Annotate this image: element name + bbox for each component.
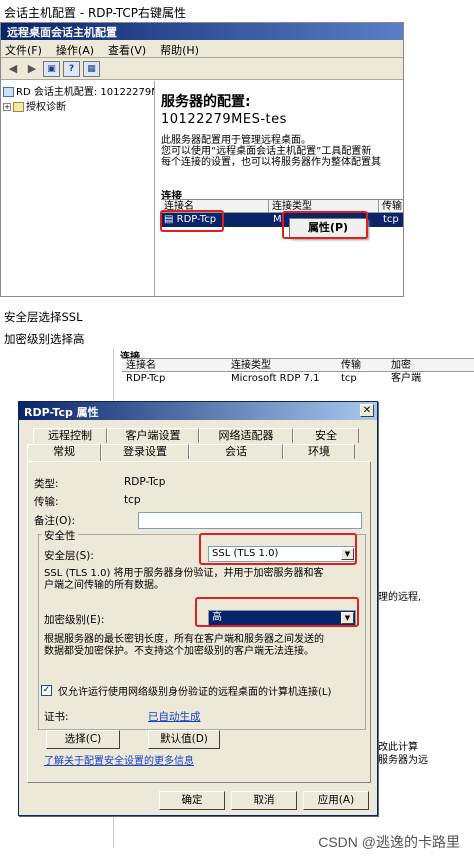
menu-bar: 文件(F) 操作(A) 查看(V) 帮助(H) bbox=[1, 40, 403, 58]
desc-line-2: 您可以使用“远程桌面会话主机配置”工具配置新 bbox=[161, 146, 372, 157]
security-desc-line-2: 户端之间传输的所有数据。 bbox=[44, 579, 164, 591]
note-ssl: 安全层选择SSL bbox=[4, 310, 83, 324]
nav-tree: RD 会话主机配置: 10122279M + 授权诊断 bbox=[1, 81, 155, 296]
cancel-button[interactable]: 取消 bbox=[231, 791, 297, 810]
highlight-encryption-level bbox=[195, 597, 359, 627]
properties-icon[interactable]: ▦ bbox=[83, 60, 100, 77]
col-transport[interactable]: 传输 bbox=[379, 200, 403, 212]
tab-environment[interactable]: 环境 bbox=[283, 444, 355, 459]
type-label: 类型: bbox=[34, 478, 59, 490]
bg-col-type: 连接类型 bbox=[231, 360, 271, 371]
help-icon[interactable]: ? bbox=[63, 60, 80, 77]
tab-general[interactable]: 常规 bbox=[27, 444, 101, 462]
highlight-rdp-row bbox=[160, 210, 224, 232]
highlight-properties-menu bbox=[282, 211, 368, 239]
cert-label: 证书: bbox=[44, 711, 69, 723]
bg-row-type: Microsoft RDP 7.1 bbox=[231, 373, 320, 384]
tree-child-item[interactable]: + 授权诊断 bbox=[3, 100, 152, 115]
menu-action[interactable]: 操作(A) bbox=[56, 42, 94, 57]
tab-row-2: 常规 登录设置 会话 环境 bbox=[27, 444, 355, 462]
encryption-label: 加密级别(E): bbox=[44, 614, 105, 626]
bg-col-name: 连接名 bbox=[126, 360, 156, 371]
ok-button[interactable]: 确定 bbox=[159, 791, 225, 810]
apply-button[interactable]: 应用(A) bbox=[303, 791, 369, 810]
bg-col-transport: 传输 bbox=[341, 360, 361, 371]
select-button[interactable]: 选择(C) bbox=[46, 730, 120, 749]
tree-child-label: 授权诊断 bbox=[26, 102, 66, 113]
comment-label: 备注(O): bbox=[34, 515, 75, 527]
tab-logon-settings[interactable]: 登录设置 bbox=[101, 444, 189, 459]
dialog-titlebar: RDP-Tcp 属性 ✕ bbox=[19, 402, 377, 420]
encryption-desc-line-2: 数据都受加密保护。不支持这个加密级别的客户端无法连接。 bbox=[44, 645, 314, 657]
expand-icon[interactable]: + bbox=[3, 103, 11, 111]
page-heading: 会话主机配置 - RDP-TCP右键属性 bbox=[4, 6, 186, 20]
tab-remote-control[interactable]: 远程控制 bbox=[33, 428, 107, 443]
encryption-desc-line-1: 根据服务器的最长密钥长度，所有在客户端和服务器之间发送的 bbox=[44, 634, 324, 645]
tab-sessions[interactable]: 会话 bbox=[189, 444, 283, 459]
row-transport: tcp bbox=[383, 214, 399, 225]
bg-text-fragment: 服务器为远 bbox=[378, 755, 428, 766]
encryption-desc: 根据服务器的最长密钥长度，所有在客户端和服务器之间发送的 数据都受加密保护。不支… bbox=[44, 634, 324, 657]
details-pane: 服务器的配置: 10122279MES-tes 此服务器配置用于管理远程桌面。 … bbox=[161, 81, 403, 296]
dialog-title: RDP-Tcp 属性 bbox=[24, 406, 99, 419]
default-button[interactable]: 默认值(D) bbox=[148, 730, 220, 749]
desc-line-3: 每个连接的设置，也可以将服务器作为整体配置其 bbox=[161, 157, 381, 168]
cert-link[interactable]: 已自动生成 bbox=[148, 709, 201, 724]
type-value: RDP-Tcp bbox=[124, 476, 166, 488]
security-desc: SSL (TLS 1.0) 将用于服务器身份验证，并用于加密服务器和客 户端之间… bbox=[44, 568, 324, 591]
server-config-title: 服务器的配置: bbox=[161, 94, 251, 110]
learn-more-link[interactable]: 了解关于配置安全设置的更多信息 bbox=[44, 752, 194, 767]
menu-view[interactable]: 查看(V) bbox=[108, 42, 146, 57]
watermark: CSDN @逃逸的卡路里 bbox=[318, 834, 460, 850]
highlight-security-layer bbox=[199, 533, 357, 565]
tab-row-1: 远程控制 客户端设置 网络适配器 安全 bbox=[33, 428, 359, 443]
bg-text-fragment: 理的远程, bbox=[378, 592, 422, 603]
license-icon bbox=[13, 102, 24, 112]
note-encryption: 加密级别选择高 bbox=[4, 332, 85, 346]
bg-section: 连接 bbox=[120, 352, 140, 358]
rd-session-host-config-window: 远程桌面会话主机配置 文件(F) 操作(A) 查看(V) 帮助(H) ◀ ▶ ▣… bbox=[0, 22, 404, 297]
table-row[interactable]: RDP-Tcp Microsoft RDP 7.1 tcp 客户端 bbox=[122, 372, 474, 386]
bg-col-encryption: 加密 bbox=[391, 360, 411, 371]
tab-client-settings[interactable]: 客户端设置 bbox=[107, 428, 199, 443]
server-name: 10122279MES-tes bbox=[161, 112, 287, 127]
nla-checkbox[interactable]: ✓ bbox=[41, 685, 52, 696]
transport-value: tcp bbox=[124, 494, 141, 506]
desc-line-1: 此服务器配置用于管理远程桌面。 bbox=[161, 135, 311, 146]
bg-row-encryption: 客户端 bbox=[391, 373, 421, 384]
close-icon[interactable]: ✕ bbox=[360, 404, 374, 417]
server-icon bbox=[3, 87, 14, 97]
transport-label: 传输: bbox=[34, 496, 59, 508]
tree-root-item[interactable]: RD 会话主机配置: 10122279M bbox=[3, 85, 155, 100]
toolbar: ◀ ▶ ▣ ? ▦ bbox=[1, 58, 403, 80]
window-title: 远程桌面会话主机配置 bbox=[1, 23, 403, 40]
nla-label: 仅允许运行使用网络级别身份验证的远程桌面的计算机连接(L) bbox=[58, 687, 332, 698]
bg-row-transport: tcp bbox=[341, 373, 357, 384]
security-layer-label: 安全层(S): bbox=[44, 550, 94, 562]
description: 此服务器配置用于管理远程桌面。 您可以使用“远程桌面会话主机配置”工具配置新 每… bbox=[161, 135, 403, 168]
comment-input[interactable] bbox=[138, 512, 362, 529]
console-icon[interactable]: ▣ bbox=[43, 60, 60, 77]
tab-security[interactable]: 安全 bbox=[293, 428, 359, 443]
forward-arrow-icon[interactable]: ▶ bbox=[24, 61, 40, 77]
menu-help[interactable]: 帮助(H) bbox=[160, 42, 199, 57]
bg-row-name: RDP-Tcp bbox=[126, 373, 166, 384]
security-group-title: 安全性 bbox=[42, 528, 78, 543]
tree-root-label: RD 会话主机配置: 10122279M bbox=[16, 87, 155, 98]
back-arrow-icon[interactable]: ◀ bbox=[5, 61, 21, 77]
tab-network-adapter[interactable]: 网络适配器 bbox=[199, 428, 293, 443]
bg-grid-header: 连接名 连接类型 传输 加密 bbox=[122, 358, 474, 372]
security-desc-line-1: SSL (TLS 1.0) 将用于服务器身份验证，并用于加密服务器和客 bbox=[44, 568, 324, 579]
menu-file[interactable]: 文件(F) bbox=[5, 42, 42, 57]
